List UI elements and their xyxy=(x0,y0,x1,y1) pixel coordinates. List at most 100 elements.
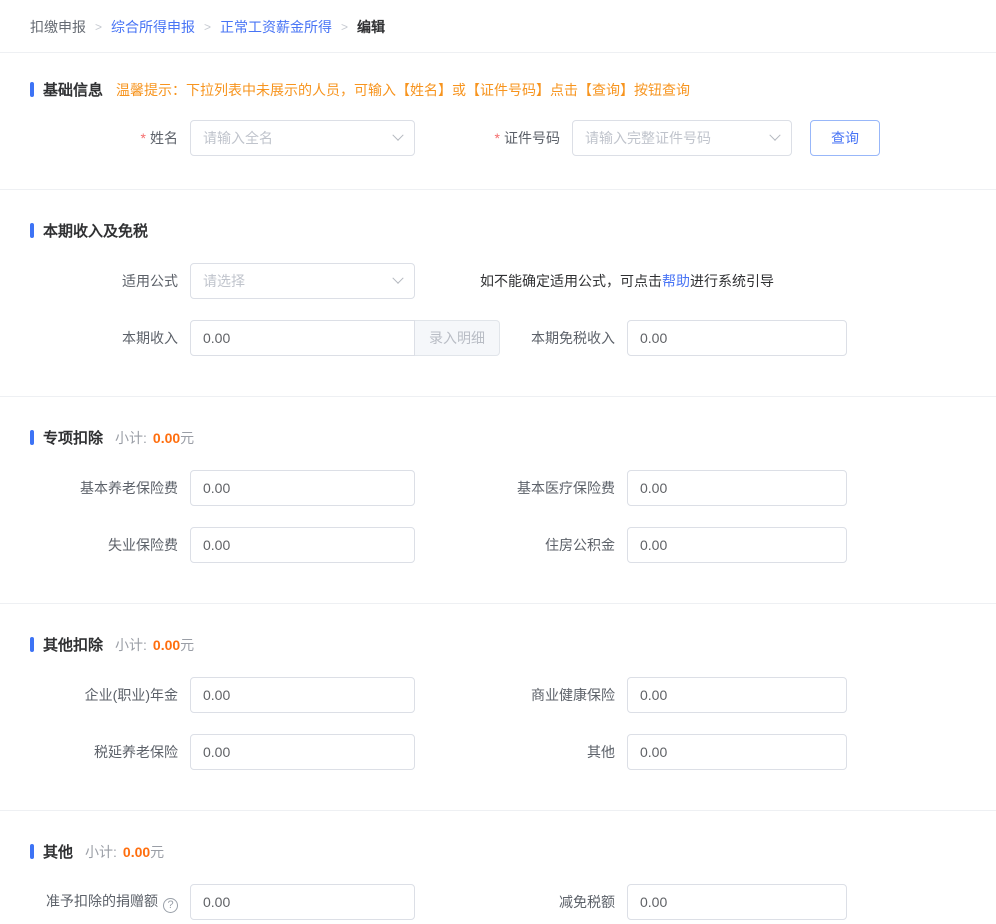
section-basic-info: 基础信息 温馨提示：下拉列表中未展示的人员，可输入【姓名】或【证件号码】点击【查… xyxy=(0,53,996,190)
tax-reduction-label: 减免税额 xyxy=(420,892,615,912)
section-title-basic-info: 基础信息 xyxy=(43,79,103,100)
income-row: 本期收入 录入明细 本期免税收入 xyxy=(30,320,966,356)
medical-insurance-label: 基本医疗保险费 xyxy=(420,478,615,498)
tax-reduction-field: 减免税额 xyxy=(420,884,847,920)
health-insurance-label: 商业健康保险 xyxy=(420,685,615,705)
current-income-field: 本期收入 录入明细 xyxy=(30,320,500,356)
other-deduction-field: 其他 xyxy=(420,734,847,770)
housing-fund-field: 住房公积金 xyxy=(420,527,847,563)
health-insurance-input[interactable] xyxy=(627,677,847,713)
subtotal-value: 0.00 xyxy=(123,844,150,860)
section-special-deduction: 专项扣除 小计:0.00元 基本养老保险费 基本医疗保险费 失业保险费 住房公积… xyxy=(0,397,996,604)
section-other-deduction: 其他扣除 小计:0.00元 企业(职业)年金 商业健康保险 税延养老保险 其他 xyxy=(0,604,996,811)
section-accent-bar xyxy=(30,223,34,238)
withholding-declaration-edit-page: 扣缴申报 > 综合所得申报 > 正常工资薪金所得 > 编辑 基础信息 温馨提示：… xyxy=(0,0,996,924)
unemployment-insurance-field: 失业保险费 xyxy=(30,527,415,563)
section-other-header: 其他 小计:0.00元 xyxy=(30,841,966,862)
breadcrumb-item-comprehensive-income[interactable]: 综合所得申报 xyxy=(111,17,195,37)
subtotal-value: 0.00 xyxy=(153,430,180,446)
tax-free-income-field: 本期免税收入 xyxy=(505,320,847,356)
other-row-1: 准予扣除的捐赠额 减免税额 xyxy=(30,884,966,920)
donation-input[interactable] xyxy=(190,884,415,920)
breadcrumb-separator: > xyxy=(95,20,102,34)
section-other-deduction-header: 其他扣除 小计:0.00元 xyxy=(30,634,966,655)
name-select-placeholder: 请输入全名 xyxy=(203,128,273,148)
special-deduction-row-2: 失业保险费 住房公积金 xyxy=(30,527,966,563)
name-label: *姓名 xyxy=(30,128,178,148)
breadcrumb-separator: > xyxy=(204,20,211,34)
query-button[interactable]: 查询 xyxy=(810,120,880,156)
deferred-pension-input[interactable] xyxy=(190,734,415,770)
current-income-input[interactable] xyxy=(190,320,415,356)
medical-insurance-input[interactable] xyxy=(627,470,847,506)
annuity-input[interactable] xyxy=(190,677,415,713)
subtotal-value: 0.00 xyxy=(153,637,180,653)
formula-select-placeholder: 请选择 xyxy=(203,271,245,291)
donation-label: 准予扣除的捐赠额 xyxy=(30,891,178,913)
formula-hint: 如不能确定适用公式，可点击帮助进行系统引导 xyxy=(480,271,774,291)
other-deduction-row-2: 税延养老保险 其他 xyxy=(30,734,966,770)
required-mark: * xyxy=(495,130,500,146)
section-accent-bar xyxy=(30,637,34,652)
section-current-income-header: 本期收入及免税 xyxy=(30,220,966,241)
help-link[interactable]: 帮助 xyxy=(662,273,690,289)
current-income-label: 本期收入 xyxy=(30,328,178,348)
breadcrumb: 扣缴申报 > 综合所得申报 > 正常工资薪金所得 > 编辑 xyxy=(0,0,996,53)
deferred-pension-label: 税延养老保险 xyxy=(30,742,178,762)
breadcrumb-item-normal-salary[interactable]: 正常工资薪金所得 xyxy=(220,17,332,37)
tax-free-income-input[interactable] xyxy=(627,320,847,356)
name-select[interactable]: 请输入全名 xyxy=(190,120,415,156)
section-title-current-income: 本期收入及免税 xyxy=(43,220,148,241)
housing-fund-input[interactable] xyxy=(627,527,847,563)
formula-hint-after: 进行系统引导 xyxy=(690,273,774,289)
pension-insurance-field: 基本养老保险费 xyxy=(30,470,415,506)
health-insurance-field: 商业健康保险 xyxy=(420,677,847,713)
section-title-special-deduction: 专项扣除 xyxy=(43,427,103,448)
formula-field: 适用公式 请选择 xyxy=(30,263,415,299)
unemployment-insurance-input[interactable] xyxy=(190,527,415,563)
tax-free-income-label: 本期免税收入 xyxy=(505,328,615,348)
section-title-other-deduction: 其他扣除 xyxy=(43,634,103,655)
tax-reduction-input[interactable] xyxy=(627,884,847,920)
housing-fund-label: 住房公积金 xyxy=(420,535,615,555)
formula-row: 适用公式 请选择 如不能确定适用公式，可点击帮助进行系统引导 xyxy=(30,263,966,299)
id-number-select-placeholder: 请输入完整证件号码 xyxy=(585,128,711,148)
other-subtotal: 小计:0.00元 xyxy=(85,842,164,862)
section-accent-bar xyxy=(30,430,34,445)
formula-label: 适用公式 xyxy=(30,271,178,291)
formula-select[interactable]: 请选择 xyxy=(190,263,415,299)
detail-entry-button[interactable]: 录入明细 xyxy=(415,320,500,356)
special-deduction-subtotal: 小计:0.00元 xyxy=(115,428,194,448)
required-mark: * xyxy=(141,130,146,146)
other-deduction-row-1: 企业(职业)年金 商业健康保险 xyxy=(30,677,966,713)
breadcrumb-item-withholding: 扣缴申报 xyxy=(30,17,86,37)
section-special-deduction-header: 专项扣除 小计:0.00元 xyxy=(30,427,966,448)
id-number-select[interactable]: 请输入完整证件号码 xyxy=(572,120,792,156)
chevron-down-icon xyxy=(769,130,780,141)
medical-insurance-field: 基本医疗保险费 xyxy=(420,470,847,506)
annuity-field: 企业(职业)年金 xyxy=(30,677,415,713)
breadcrumb-separator: > xyxy=(341,20,348,34)
breadcrumb-item-edit: 编辑 xyxy=(357,17,385,37)
formula-hint-before: 如不能确定适用公式，可点击 xyxy=(480,273,662,289)
name-field: *姓名 请输入全名 xyxy=(30,120,415,156)
special-deduction-row-1: 基本养老保险费 基本医疗保险费 xyxy=(30,470,966,506)
basic-info-row: *姓名 请输入全名 *证件号码 请输入完整证件号码 查询 xyxy=(30,120,966,156)
section-accent-bar xyxy=(30,82,34,97)
section-other: 其他 小计:0.00元 准予扣除的捐赠额 减免税额 xyxy=(0,811,996,924)
other-deduction-subtotal: 小计:0.00元 xyxy=(115,635,194,655)
current-income-input-group: 录入明细 xyxy=(190,320,500,356)
pension-insurance-input[interactable] xyxy=(190,470,415,506)
donation-field: 准予扣除的捐赠额 xyxy=(30,884,415,920)
question-circle-icon[interactable] xyxy=(163,898,178,913)
section-accent-bar xyxy=(30,844,34,859)
chevron-down-icon xyxy=(392,273,403,284)
id-number-field: *证件号码 请输入完整证件号码 查询 xyxy=(420,120,880,156)
warm-tip-text: 温馨提示：下拉列表中未展示的人员，可输入【姓名】或【证件号码】点击【查询】按钮查… xyxy=(116,80,690,100)
section-basic-info-header: 基础信息 温馨提示：下拉列表中未展示的人员，可输入【姓名】或【证件号码】点击【查… xyxy=(30,79,966,100)
other-deduction-label: 其他 xyxy=(420,742,615,762)
other-deduction-input[interactable] xyxy=(627,734,847,770)
deferred-pension-field: 税延养老保险 xyxy=(30,734,415,770)
pension-insurance-label: 基本养老保险费 xyxy=(30,478,178,498)
chevron-down-icon xyxy=(392,130,403,141)
